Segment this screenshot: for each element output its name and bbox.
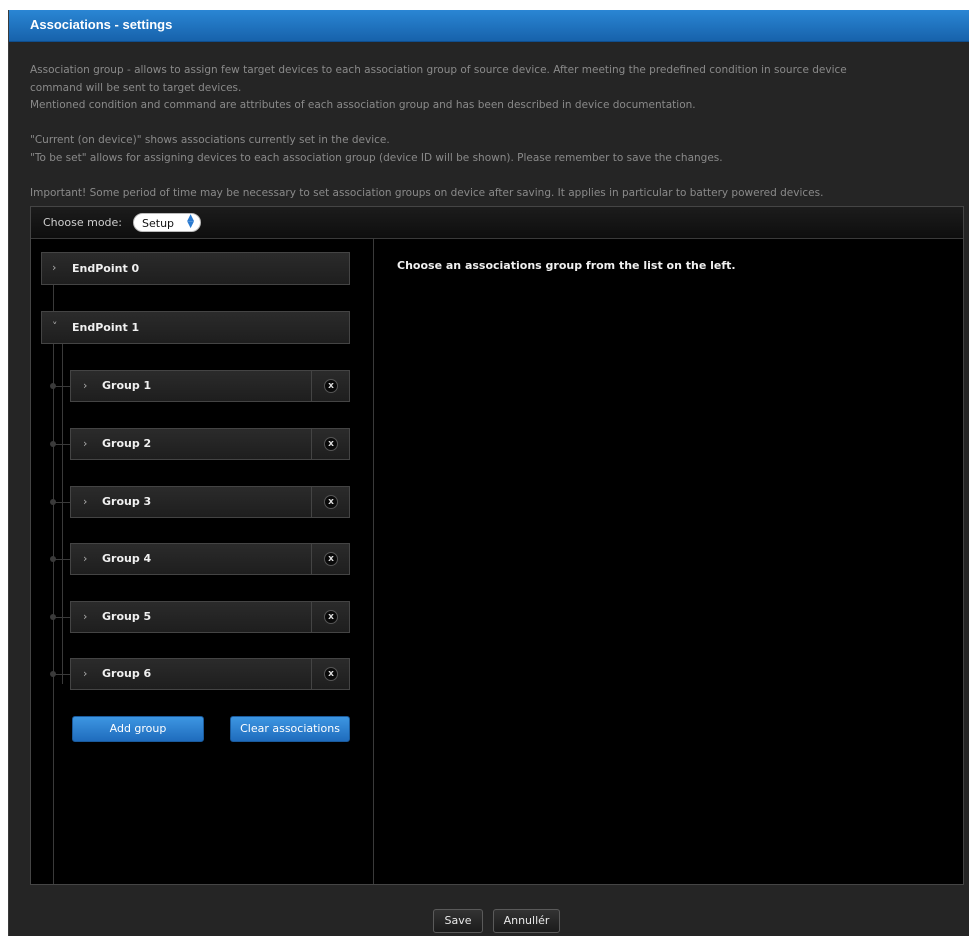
dialog-title: Associations - settings — [30, 17, 173, 32]
tree-branch — [54, 386, 70, 387]
add-group-button[interactable]: Add group — [72, 716, 204, 742]
group-label: Group 3 — [102, 495, 152, 508]
chevron-down-icon: ˅ — [52, 320, 58, 333]
chevron-right-icon: › — [83, 667, 88, 680]
description-line: "Current (on device)" shows associations… — [30, 134, 390, 147]
group-item-5[interactable]: › Group 5 x — [70, 601, 350, 633]
description-line: "To be set" allows for assigning devices… — [30, 151, 723, 164]
tree-connector — [62, 344, 63, 684]
chevron-right-icon: › — [83, 437, 88, 450]
mode-bar: Choose mode: Setup ▲ ▼ — [31, 207, 963, 239]
group-item-6[interactable]: › Group 6 x — [70, 658, 350, 690]
description-line: command will be sent to target devices. — [30, 81, 242, 94]
remove-group-icon[interactable]: x — [324, 437, 338, 451]
remove-group-icon[interactable]: x — [324, 667, 338, 681]
chevron-right-icon: › — [83, 610, 88, 623]
endpoint-label: EndPoint 0 — [72, 262, 140, 275]
chevron-right-icon: › — [83, 552, 88, 565]
group-item-1[interactable]: › Group 1 x — [70, 370, 350, 402]
chevron-right-icon: › — [83, 379, 88, 392]
title-bar: Associations - settings — [9, 10, 969, 42]
cancel-button[interactable]: Annullér — [493, 909, 560, 933]
mode-label: Choose mode: — [43, 216, 123, 229]
description: Association group - allows to assign few… — [30, 62, 950, 203]
associations-panel: Choose mode: Setup ▲ ▼ › EndPoint 0 ˅ End… — [30, 206, 964, 885]
endpoint-1[interactable]: ˅ EndPoint 1 — [41, 311, 350, 344]
associations-dialog: Associations - settings Association grou… — [8, 10, 969, 936]
description-line: Mentioned condition and command are attr… — [30, 99, 696, 112]
chevron-right-icon: › — [52, 261, 57, 274]
tree-branch — [54, 444, 70, 445]
tree-branch — [54, 674, 70, 675]
group-label: Group 5 — [102, 610, 152, 623]
mode-select[interactable]: Setup ▲ ▼ — [133, 213, 201, 232]
endpoint-label: EndPoint 1 — [72, 321, 140, 334]
group-label: Group 4 — [102, 552, 152, 565]
mode-selected-value: Setup — [142, 217, 175, 230]
endpoint-0[interactable]: › EndPoint 0 — [41, 252, 350, 285]
group-item-4[interactable]: › Group 4 x — [70, 543, 350, 575]
group-item-3[interactable]: › Group 3 x — [70, 486, 350, 518]
remove-group-icon[interactable]: x — [324, 610, 338, 624]
clear-associations-button[interactable]: Clear associations — [230, 716, 350, 742]
save-button[interactable]: Save — [433, 909, 483, 933]
group-label: Group 1 — [102, 379, 152, 392]
group-item-2[interactable]: › Group 2 x — [70, 428, 350, 460]
description-line: Important! Some period of time may be ne… — [30, 187, 824, 200]
group-label: Group 2 — [102, 437, 152, 450]
tree-branch — [54, 502, 70, 503]
group-detail-placeholder: Choose an associations group from the li… — [397, 259, 736, 272]
group-tree-pane: › EndPoint 0 ˅ EndPoint 1 › Group 1 x › … — [31, 239, 374, 884]
description-line: Association group - allows to assign few… — [30, 64, 847, 76]
remove-group-icon[interactable]: x — [324, 552, 338, 566]
group-label: Group 6 — [102, 667, 152, 680]
chevron-right-icon: › — [83, 495, 88, 508]
select-arrows-icon: ▲ ▼ — [187, 213, 194, 230]
tree-connector — [53, 284, 54, 884]
tree-branch — [54, 559, 70, 560]
remove-group-icon[interactable]: x — [324, 495, 338, 509]
tree-branch — [54, 617, 70, 618]
remove-group-icon[interactable]: x — [324, 379, 338, 393]
